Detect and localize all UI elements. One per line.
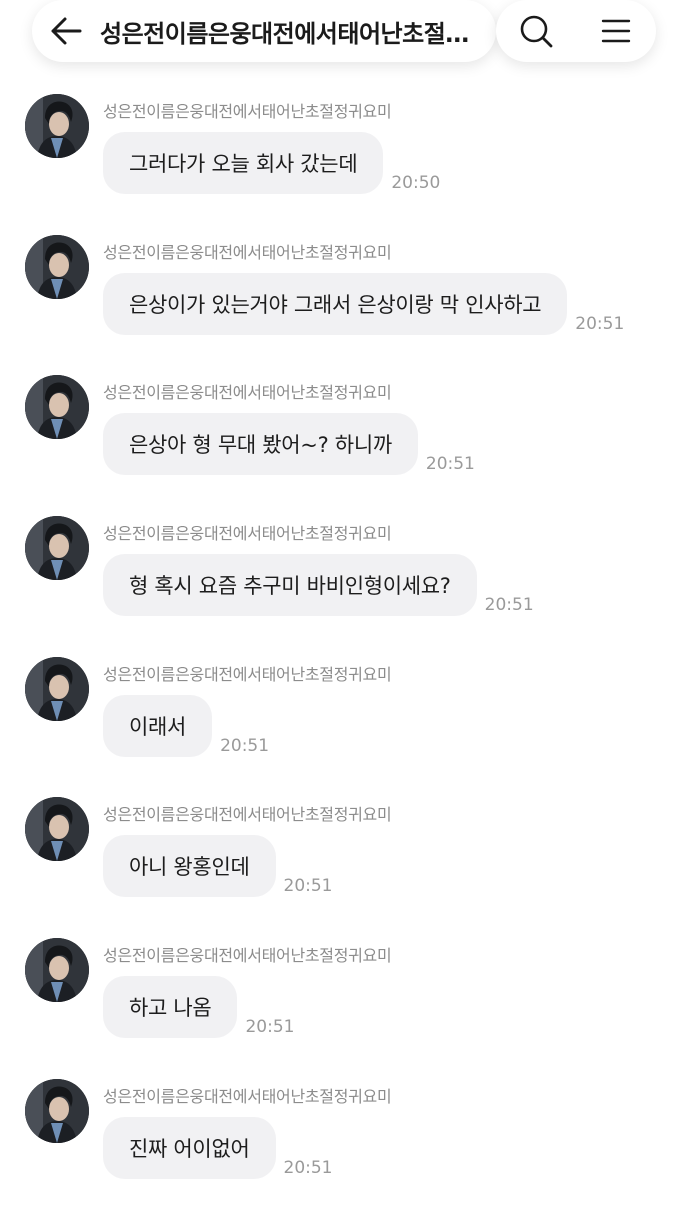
message-item: 성은전이름은웅대전에서태어난초절정귀요미 은상이가 있는거야 그래서 은상이랑 … xyxy=(0,234,687,376)
message-item: 성은전이름은웅대전에서태어난초절정귀요미 형 혹시 요즘 추구미 바비인형이세요… xyxy=(0,516,687,657)
bubble-row: 그러다가 오늘 회사 갔는데 20:50 xyxy=(103,132,440,194)
message-item: 성은전이름은웅대전에서태어난초절정귀요미 진짜 어이없어 20:51 xyxy=(0,1078,687,1220)
title-bar: 성은전이름은웅대전에서태어난초절정귀요미 xyxy=(32,0,496,62)
profile-photo-icon xyxy=(25,94,89,158)
avatar[interactable] xyxy=(25,234,89,299)
profile-photo-icon xyxy=(25,1078,89,1143)
bubble-row: 은상이가 있는거야 그래서 은상이랑 막 인사하고 20:51 xyxy=(103,272,625,335)
chat-header: 성은전이름은웅대전에서태어난초절정귀요미 xyxy=(0,0,687,76)
bubble-row: 은상아 형 무대 봤어~? 하니까 20:51 xyxy=(103,413,475,476)
sender-name: 성은전이름은웅대전에서태어난초절정귀요미 xyxy=(103,946,392,966)
message-item: 성은전이름은웅대전에서태어난초절정귀요미 하고 나옴 20:51 xyxy=(0,938,687,1079)
arrow-left-icon xyxy=(51,17,82,45)
message-bubble[interactable]: 이래서 xyxy=(103,694,213,757)
avatar[interactable] xyxy=(25,938,89,1003)
menu-button[interactable] xyxy=(586,0,646,62)
message-item: 성은전이름은웅대전에서태어난초절정귀요미 그러다가 오늘 회사 갔는데 20:5… xyxy=(0,94,687,235)
profile-photo-icon xyxy=(25,516,89,581)
message-list: 성은전이름은웅대전에서태어난초절정귀요미 그러다가 오늘 회사 갔는데 20:5… xyxy=(0,94,687,1220)
message-bubble[interactable]: 은상이가 있는거야 그래서 은상이랑 막 인사하고 xyxy=(103,272,568,335)
avatar[interactable] xyxy=(25,94,89,158)
header-actions xyxy=(496,0,656,62)
bubble-row: 이래서 20:51 xyxy=(103,694,270,757)
profile-photo-icon xyxy=(25,234,89,299)
avatar[interactable] xyxy=(25,1078,89,1143)
message-time: 20:51 xyxy=(245,1017,295,1038)
message-time: 20:51 xyxy=(484,595,534,616)
sender-name: 성은전이름은웅대전에서태어난초절정귀요미 xyxy=(103,383,392,403)
profile-photo-icon xyxy=(25,656,89,721)
sender-name: 성은전이름은웅대전에서태어난초절정귀요미 xyxy=(103,524,392,544)
message-bubble[interactable]: 형 혹시 요즘 추구미 바비인형이세요? xyxy=(103,554,477,617)
avatar[interactable] xyxy=(25,516,89,581)
bubble-row: 진짜 어이없어 20:51 xyxy=(103,1116,333,1179)
sender-name: 성은전이름은웅대전에서태어난초절정귀요미 xyxy=(103,1086,392,1106)
message-bubble[interactable]: 은상아 형 무대 봤어~? 하니까 xyxy=(103,413,418,476)
menu-icon xyxy=(601,19,631,43)
back-button[interactable] xyxy=(32,0,100,62)
message-time: 20:51 xyxy=(425,454,475,475)
message-time: 20:51 xyxy=(283,876,333,897)
chat-title: 성은전이름은웅대전에서태어난초절정귀요미 xyxy=(100,19,496,48)
search-button[interactable] xyxy=(506,0,566,62)
bubble-row: 하고 나옴 20:51 xyxy=(103,976,295,1039)
message-time: 20:51 xyxy=(220,735,270,756)
search-icon xyxy=(520,15,553,48)
bubble-row: 아니 왕홍인데 20:51 xyxy=(103,835,333,898)
sender-name: 성은전이름은웅대전에서태어난초절정귀요미 xyxy=(103,242,392,262)
message-bubble[interactable]: 아니 왕홍인데 xyxy=(103,835,276,898)
message-item: 성은전이름은웅대전에서태어난초절정귀요미 이래서 20:51 xyxy=(0,656,687,798)
avatar[interactable] xyxy=(25,375,89,440)
message-time: 20:51 xyxy=(283,1157,333,1178)
avatar[interactable] xyxy=(25,797,89,862)
profile-photo-icon xyxy=(25,797,89,862)
message-bubble[interactable]: 그러다가 오늘 회사 갔는데 xyxy=(103,132,384,194)
message-item: 성은전이름은웅대전에서태어난초절정귀요미 아니 왕홍인데 20:51 xyxy=(0,797,687,938)
message-item: 성은전이름은웅대전에서태어난초절정귀요미 은상아 형 무대 봤어~? 하니까 2… xyxy=(0,375,687,516)
sender-name: 성은전이름은웅대전에서태어난초절정귀요미 xyxy=(103,102,392,121)
profile-photo-icon xyxy=(25,938,89,1003)
message-time: 20:51 xyxy=(575,313,625,334)
avatar[interactable] xyxy=(25,656,89,721)
sender-name: 성은전이름은웅대전에서태어난초절정귀요미 xyxy=(103,805,392,825)
profile-photo-icon xyxy=(25,375,89,440)
message-bubble[interactable]: 진짜 어이없어 xyxy=(103,1116,276,1179)
message-bubble[interactable]: 하고 나옴 xyxy=(103,976,238,1039)
bubble-row: 형 혹시 요즘 추구미 바비인형이세요? 20:51 xyxy=(103,554,534,617)
message-time: 20:50 xyxy=(391,173,441,193)
sender-name: 성은전이름은웅대전에서태어난초절정귀요미 xyxy=(103,664,392,684)
